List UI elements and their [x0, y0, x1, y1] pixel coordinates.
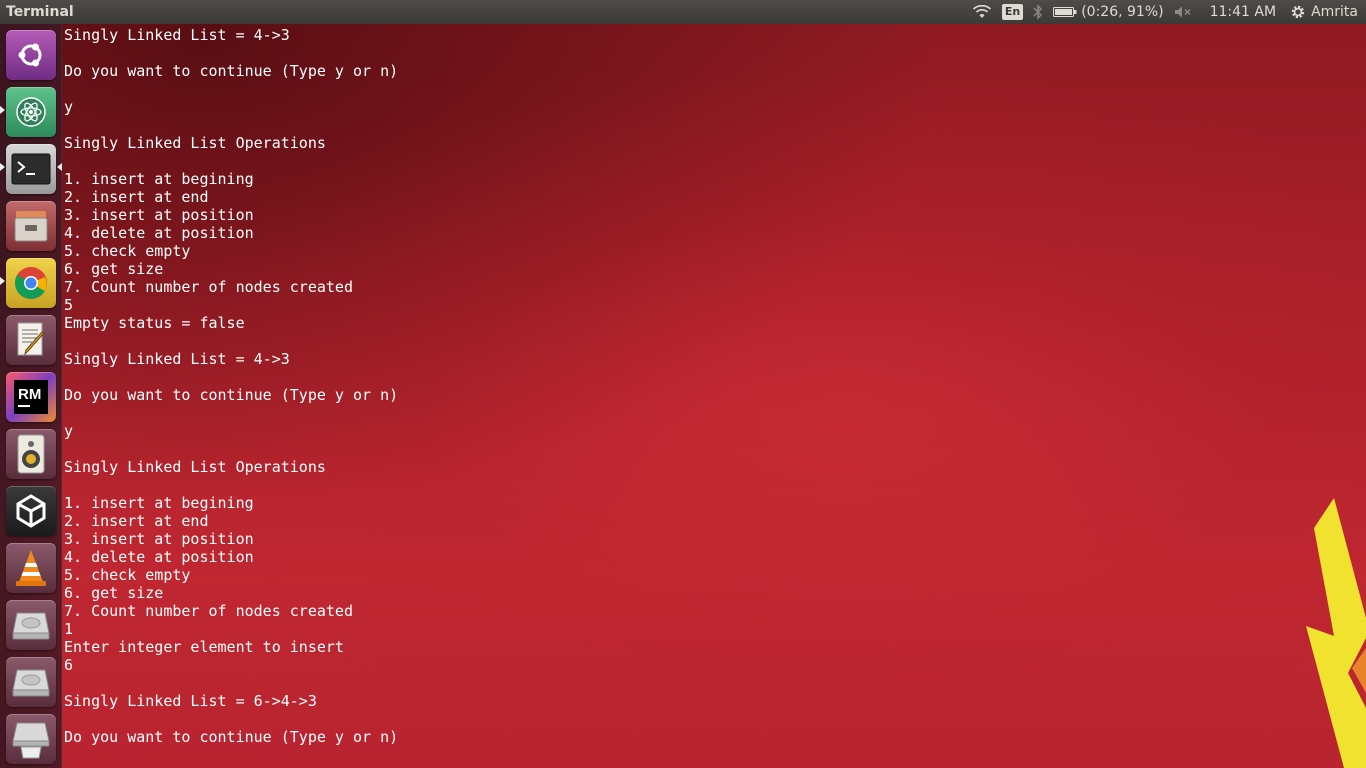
terminal-line: Singly Linked List Operations: [64, 134, 326, 152]
launcher-item-rhythmbox[interactable]: [6, 429, 56, 479]
launcher-item-drive-1[interactable]: [6, 600, 56, 650]
unity-icon: [16, 494, 46, 528]
launcher-item-dash[interactable]: [6, 30, 56, 80]
wifi-icon: [972, 5, 991, 18]
lightning-bolt-decoration: [1306, 498, 1366, 768]
battery-status-text: (0:26, 91%): [1081, 4, 1164, 20]
rubymine-label: RM: [18, 386, 42, 403]
terminal-line: 1. insert at begining: [64, 170, 254, 188]
gear-icon: [1291, 5, 1305, 19]
launcher-item-trash[interactable]: [6, 714, 56, 764]
text-editor-icon: [17, 322, 45, 356]
launcher-item-chrome[interactable]: [6, 258, 56, 308]
battery-indicator[interactable]: (0:26, 91%): [1053, 0, 1164, 24]
keyboard-layout-indicator[interactable]: En: [1001, 0, 1024, 24]
terminal-line: 6. get size: [64, 584, 164, 602]
launcher-item-unity[interactable]: [6, 486, 56, 536]
terminal-line: Singly Linked List Operations: [64, 458, 326, 476]
top-panel: Terminal En (0:26, 91%) 11:41 AM Amrita: [0, 0, 1366, 24]
terminal-line: Do you want to continue (Type y or n): [64, 62, 399, 80]
keyboard-layout-badge: En: [1001, 4, 1024, 20]
terminal-line: Enter integer element to insert: [64, 638, 344, 656]
terminal-line: 6. get size: [64, 260, 164, 278]
terminal-line: y: [64, 422, 74, 440]
running-indicator: [0, 277, 5, 285]
terminal-line: 2. insert at end: [64, 188, 209, 206]
user-name: Amrita: [1311, 4, 1358, 20]
terminal-line: 4. delete at position: [64, 548, 254, 566]
terminal-line: 4. delete at position: [64, 224, 254, 242]
chrome-icon: [15, 267, 47, 299]
terminal-line: 2. insert at end: [64, 512, 209, 530]
terminal-line: 5. check empty: [64, 242, 191, 260]
terminal-line: 5: [64, 296, 74, 314]
terminal-line: 7. Count number of nodes created: [64, 278, 353, 296]
active-window-title: Terminal: [6, 4, 74, 20]
vlc-cone-icon: [16, 550, 46, 586]
terminal-line: Singly Linked List = 4->3: [64, 350, 290, 368]
terminal-line: 1. insert at begining: [64, 494, 254, 512]
trash-icon: [12, 722, 50, 759]
sound-indicator[interactable]: [1174, 0, 1192, 24]
hard-drive-icon: [12, 612, 50, 640]
terminal-line: Empty status = false: [64, 314, 245, 332]
terminal-output[interactable]: Singly Linked List = 4->3 Do you want to …: [64, 26, 398, 746]
speaker-muted-icon: [1174, 6, 1191, 18]
launcher-item-vlc[interactable]: [6, 543, 56, 593]
clock-text: 11:41 AM: [1209, 4, 1277, 20]
launcher-item-rubymine[interactable]: RM: [6, 372, 56, 422]
terminal-line: 3. insert at position: [64, 530, 254, 548]
terminal-icon: [11, 153, 51, 185]
file-cabinet-icon: [14, 211, 48, 242]
terminal-line: 7. Count number of nodes created: [64, 602, 353, 620]
atom-icon: [16, 97, 46, 127]
session-indicator[interactable]: Amrita: [1290, 0, 1358, 24]
ubuntu-logo-icon: [18, 43, 42, 67]
terminal-line: 5. check empty: [64, 566, 191, 584]
launcher-item-atom[interactable]: [6, 87, 56, 137]
terminal-line: Singly Linked List = 6->4->3: [64, 692, 317, 710]
running-indicator: [0, 163, 5, 171]
terminal-line: 3. insert at position: [64, 206, 254, 224]
terminal-line: Do you want to continue (Type y or n): [64, 728, 399, 746]
terminal-line: Singly Linked List = 4->3: [64, 26, 290, 44]
focused-indicator: [57, 163, 62, 171]
launcher-item-text-editor[interactable]: [6, 315, 56, 365]
bluetooth-indicator[interactable]: [1033, 0, 1043, 24]
running-indicator: [0, 106, 5, 114]
terminal-line: 1: [64, 620, 74, 638]
launcher-item-drive-2[interactable]: [6, 657, 56, 707]
launcher-item-files[interactable]: [6, 201, 56, 251]
clock-indicator[interactable]: 11:41 AM: [1210, 0, 1276, 24]
indicator-area: En (0:26, 91%) 11:41 AM Amrita: [972, 0, 1366, 24]
speaker-icon: [17, 434, 45, 474]
launcher: RM: [0, 24, 62, 768]
bluetooth-icon: [1033, 4, 1043, 20]
launcher-item-terminal[interactable]: [6, 144, 56, 194]
terminal-line: Do you want to continue (Type y or n): [64, 386, 399, 404]
battery-icon: [1053, 7, 1077, 17]
terminal-line: 6: [64, 656, 74, 674]
terminal-line: y: [64, 98, 74, 116]
hard-drive-icon: [12, 669, 50, 697]
wifi-indicator[interactable]: [972, 0, 992, 24]
rubymine-icon: RM: [14, 380, 48, 414]
